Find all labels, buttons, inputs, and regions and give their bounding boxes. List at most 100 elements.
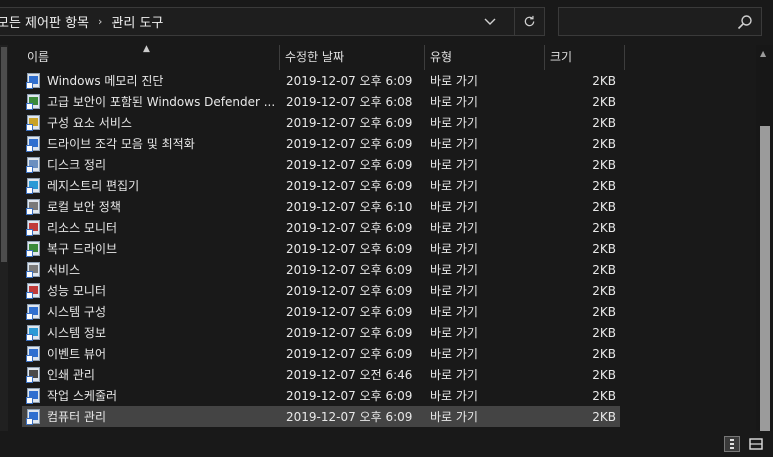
file-name: 시스템 정보 (47, 326, 107, 340)
file-name: 디스크 정리 (47, 158, 107, 172)
resource-monitor-icon (26, 219, 42, 236)
file-row[interactable]: 컴퓨터 관리 2019-12-07 오후 6:09 바로 가기 2KB (22, 406, 620, 427)
large-icons-view-button[interactable] (748, 436, 764, 452)
file-date: 2019-12-07 오후 6:09 (286, 179, 413, 193)
file-size: 2KB (592, 304, 616, 319)
file-row[interactable]: 작업 스케줄러 2019-12-07 오후 6:09 바로 가기 2KB (22, 385, 620, 406)
services-icon (26, 261, 42, 278)
breadcrumb-all-control-panel-items[interactable]: 모든 제어판 항목 (0, 12, 89, 31)
file-size: 2KB (592, 241, 616, 256)
file-name-cell: 성능 모니터 (22, 282, 280, 299)
file-size: 2KB (592, 283, 616, 298)
file-row[interactable]: 드라이브 조각 모음 및 최적화 2019-12-07 오후 6:09 바로 가기 2… (22, 133, 620, 154)
recovery-drive-icon (26, 240, 42, 257)
large-icons-view-icon (749, 438, 763, 450)
file-type: 바로 가기 (430, 305, 478, 319)
file-row[interactable]: Windows 메모리 진단 2019-12-07 오후 6:09 바로 가기 2KB (22, 70, 620, 91)
address-history-chevron-down-icon[interactable] (476, 8, 504, 35)
file-name: 로컬 보안 정책 (47, 200, 121, 214)
file-date: 2019-12-07 오후 6:08 (286, 95, 413, 109)
file-size: 2KB (592, 409, 616, 424)
details-view-icon (730, 439, 734, 449)
file-size: 2KB (592, 388, 616, 403)
scroll-up-icon[interactable]: ▲ (760, 49, 766, 58)
file-row[interactable]: 이벤트 뷰어 2019-12-07 오후 6:09 바로 가기 2KB (22, 343, 620, 364)
search-input[interactable] (565, 12, 730, 31)
file-type: 바로 가기 (430, 179, 478, 193)
file-row[interactable]: 리소스 모니터 2019-12-07 오후 6:09 바로 가기 2KB (22, 217, 620, 238)
file-name-cell: 드라이브 조각 모음 및 최적화 (22, 135, 280, 152)
breadcrumb-separator[interactable]: › (98, 15, 102, 28)
file-date: 2019-12-07 오후 6:09 (286, 410, 413, 424)
registry-editor-icon (26, 177, 42, 194)
file-name-cell: 고급 보안이 포함된 Windows Defender ... (22, 93, 280, 110)
file-row[interactable]: 서비스 2019-12-07 오후 6:09 바로 가기 2KB (22, 259, 620, 280)
navigation-pane-scrollbar[interactable] (0, 45, 8, 431)
file-date: 2019-12-07 오후 6:09 (286, 221, 413, 235)
file-type: 바로 가기 (430, 410, 478, 424)
file-name: 성능 모니터 (47, 284, 107, 298)
file-type: 바로 가기 (430, 95, 478, 109)
file-name-cell: Windows 메모리 진단 (22, 72, 280, 89)
file-row[interactable]: 레지스트리 편집기 2019-12-07 오후 6:09 바로 가기 2KB (22, 175, 620, 196)
file-date: 2019-12-07 오후 6:09 (286, 347, 413, 361)
file-name-cell: 리소스 모니터 (22, 219, 280, 236)
file-name-cell: 서비스 (22, 261, 280, 278)
disk-cleanup-icon (26, 156, 42, 173)
file-size: 2KB (592, 115, 616, 130)
file-name-cell: 인쇄 관리 (22, 366, 280, 383)
file-size: 2KB (592, 367, 616, 382)
file-row[interactable]: 시스템 정보 2019-12-07 오후 6:09 바로 가기 2KB (22, 322, 620, 343)
file-type: 바로 가기 (430, 74, 478, 88)
file-name-cell: 작업 스케줄러 (22, 387, 280, 404)
system-information-icon (26, 324, 42, 341)
file-name: 컴퓨터 관리 (47, 410, 107, 424)
file-size: 2KB (592, 325, 616, 340)
search-icon[interactable] (737, 14, 753, 30)
file-type: 바로 가기 (430, 326, 478, 340)
defrag-icon (26, 135, 42, 152)
print-management-icon (26, 366, 42, 383)
file-row[interactable]: 시스템 구성 2019-12-07 오후 6:09 바로 가기 2KB (22, 301, 620, 322)
file-row[interactable]: 디스크 정리 2019-12-07 오후 6:09 바로 가기 2KB (22, 154, 620, 175)
file-type: 바로 가기 (430, 263, 478, 277)
file-name: 작업 스케줄러 (47, 389, 118, 403)
file-name-cell: 복구 드라이브 (22, 240, 280, 257)
file-row[interactable]: 성능 모니터 2019-12-07 오후 6:09 바로 가기 2KB (22, 280, 620, 301)
file-type: 바로 가기 (430, 284, 478, 298)
file-row[interactable]: 로컬 보안 정책 2019-12-07 오후 6:10 바로 가기 2KB (22, 196, 620, 217)
file-row[interactable]: 복구 드라이브 2019-12-07 오후 6:09 바로 가기 2KB (22, 238, 620, 259)
file-name: 구성 요소 서비스 (47, 116, 132, 130)
file-name: Windows 메모리 진단 (47, 74, 164, 88)
file-type: 바로 가기 (430, 158, 478, 172)
file-date: 2019-12-07 오후 6:09 (286, 305, 413, 319)
file-type: 바로 가기 (430, 221, 478, 235)
local-security-policy-icon (26, 198, 42, 215)
file-name: 레지스트리 편집기 (47, 179, 140, 193)
file-date: 2019-12-07 오후 6:09 (286, 242, 413, 256)
file-name-cell: 시스템 정보 (22, 324, 280, 341)
file-name-cell: 시스템 구성 (22, 303, 280, 320)
vertical-scrollbar[interactable]: ▲ (756, 45, 773, 432)
performance-monitor-icon (26, 282, 42, 299)
search-box[interactable] (558, 7, 762, 36)
partially-hidden-row[interactable] (22, 56, 620, 70)
file-date: 2019-12-07 오후 6:09 (286, 137, 413, 151)
file-row[interactable]: 고급 보안이 포함된 Windows Defender ... 2019-12-0… (22, 91, 620, 112)
system-configuration-icon (26, 303, 42, 320)
component-services-icon (26, 114, 42, 131)
details-view-button[interactable] (724, 436, 740, 452)
file-size: 2KB (592, 94, 616, 109)
file-size: 2KB (592, 199, 616, 214)
file-size: 2KB (592, 346, 616, 361)
event-viewer-icon (26, 345, 42, 362)
file-date: 2019-12-07 오후 6:09 (286, 74, 413, 88)
navigation-pane-scroll-thumb[interactable] (1, 47, 7, 262)
vertical-scroll-thumb[interactable] (760, 126, 770, 432)
file-row[interactable]: 인쇄 관리 2019-12-07 오전 6:46 바로 가기 2KB (22, 364, 620, 385)
file-row[interactable]: 구성 요소 서비스 2019-12-07 오후 6:09 바로 가기 2KB (22, 112, 620, 133)
breadcrumb-administrative-tools[interactable]: 관리 도구 (111, 12, 163, 31)
address-bar[interactable]: 모든 제어판 항목 › 관리 도구 (0, 7, 545, 36)
file-name: 리소스 모니터 (47, 221, 118, 235)
refresh-icon[interactable] (514, 8, 544, 35)
